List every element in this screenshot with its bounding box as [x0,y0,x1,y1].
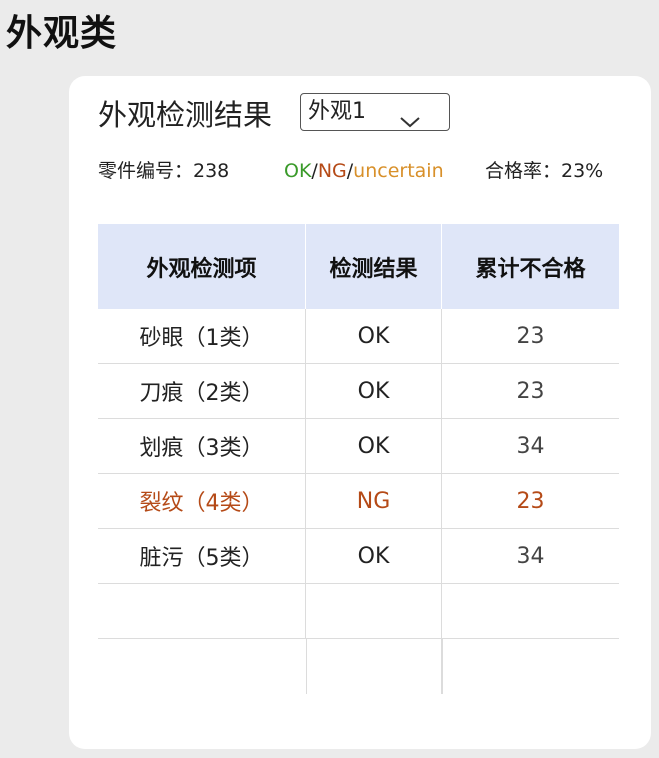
cell-count: 23 [516,488,545,514]
empty-cell [442,584,619,638]
page-title: 外观类 [6,13,118,54]
cell-count: 23 [516,378,545,404]
pass-rate: 合格率：23% [485,160,604,182]
cell-item: 裂纹（4类） [98,474,306,528]
cell-result: NG [306,474,442,528]
empty-cell [306,639,442,694]
empty-row [98,584,619,639]
cell-item: 砂眼（1类） [98,309,306,363]
chevron-down-icon [399,105,421,141]
appearance-select[interactable]: 外观1 [300,93,450,131]
empty-cell [98,584,306,638]
table-row[interactable]: 脏污（5类） OK 34 [98,529,619,584]
table-header: 外观检测项 检测结果 累计不合格 [98,224,619,309]
inspection-card: 外观检测结果 外观1 零件编号：238 OK/NG/uncertain 合格率：… [69,76,651,749]
table-row[interactable]: 刀痕（2类） OK 23 [98,364,619,419]
empty-cell [442,639,619,694]
cell-result: OK [306,364,442,418]
cell-count: 34 [516,433,545,459]
legend-ok: OK [284,160,312,182]
cell-count: 34 [516,543,545,569]
cell-item: 划痕（3类） [98,419,306,473]
header-item: 外观检测项 [98,224,306,309]
table-row[interactable]: 划痕（3类） OK 34 [98,419,619,474]
select-value: 外观1 [308,99,366,124]
header-result: 检测结果 [306,224,442,309]
cell-result: OK [306,309,442,363]
status-legend: OK/NG/uncertain [284,156,444,186]
legend-ng: NG [317,160,347,182]
cell-result: OK [306,529,442,583]
empty-cell [306,584,442,638]
legend-uncertain: uncertain [353,160,444,182]
cell-item: 刀痕（2类） [98,364,306,418]
empty-cell [98,639,306,694]
part-number: 零件编号：238 [98,160,230,182]
header-cumulative-fail: 累计不合格 [475,256,586,282]
inspection-table: 外观检测项 检测结果 累计不合格 砂眼（1类） OK 23 刀痕（2类） OK … [98,224,619,694]
cell-result: OK [306,419,442,473]
table-row[interactable]: 裂纹（4类） NG 23 [98,474,619,529]
empty-row [98,639,619,694]
cell-count: 23 [516,323,545,349]
cell-item: 脏污（5类） [98,529,306,583]
table-row[interactable]: 砂眼（1类） OK 23 [98,309,619,364]
card-title: 外观检测结果 [98,98,273,132]
